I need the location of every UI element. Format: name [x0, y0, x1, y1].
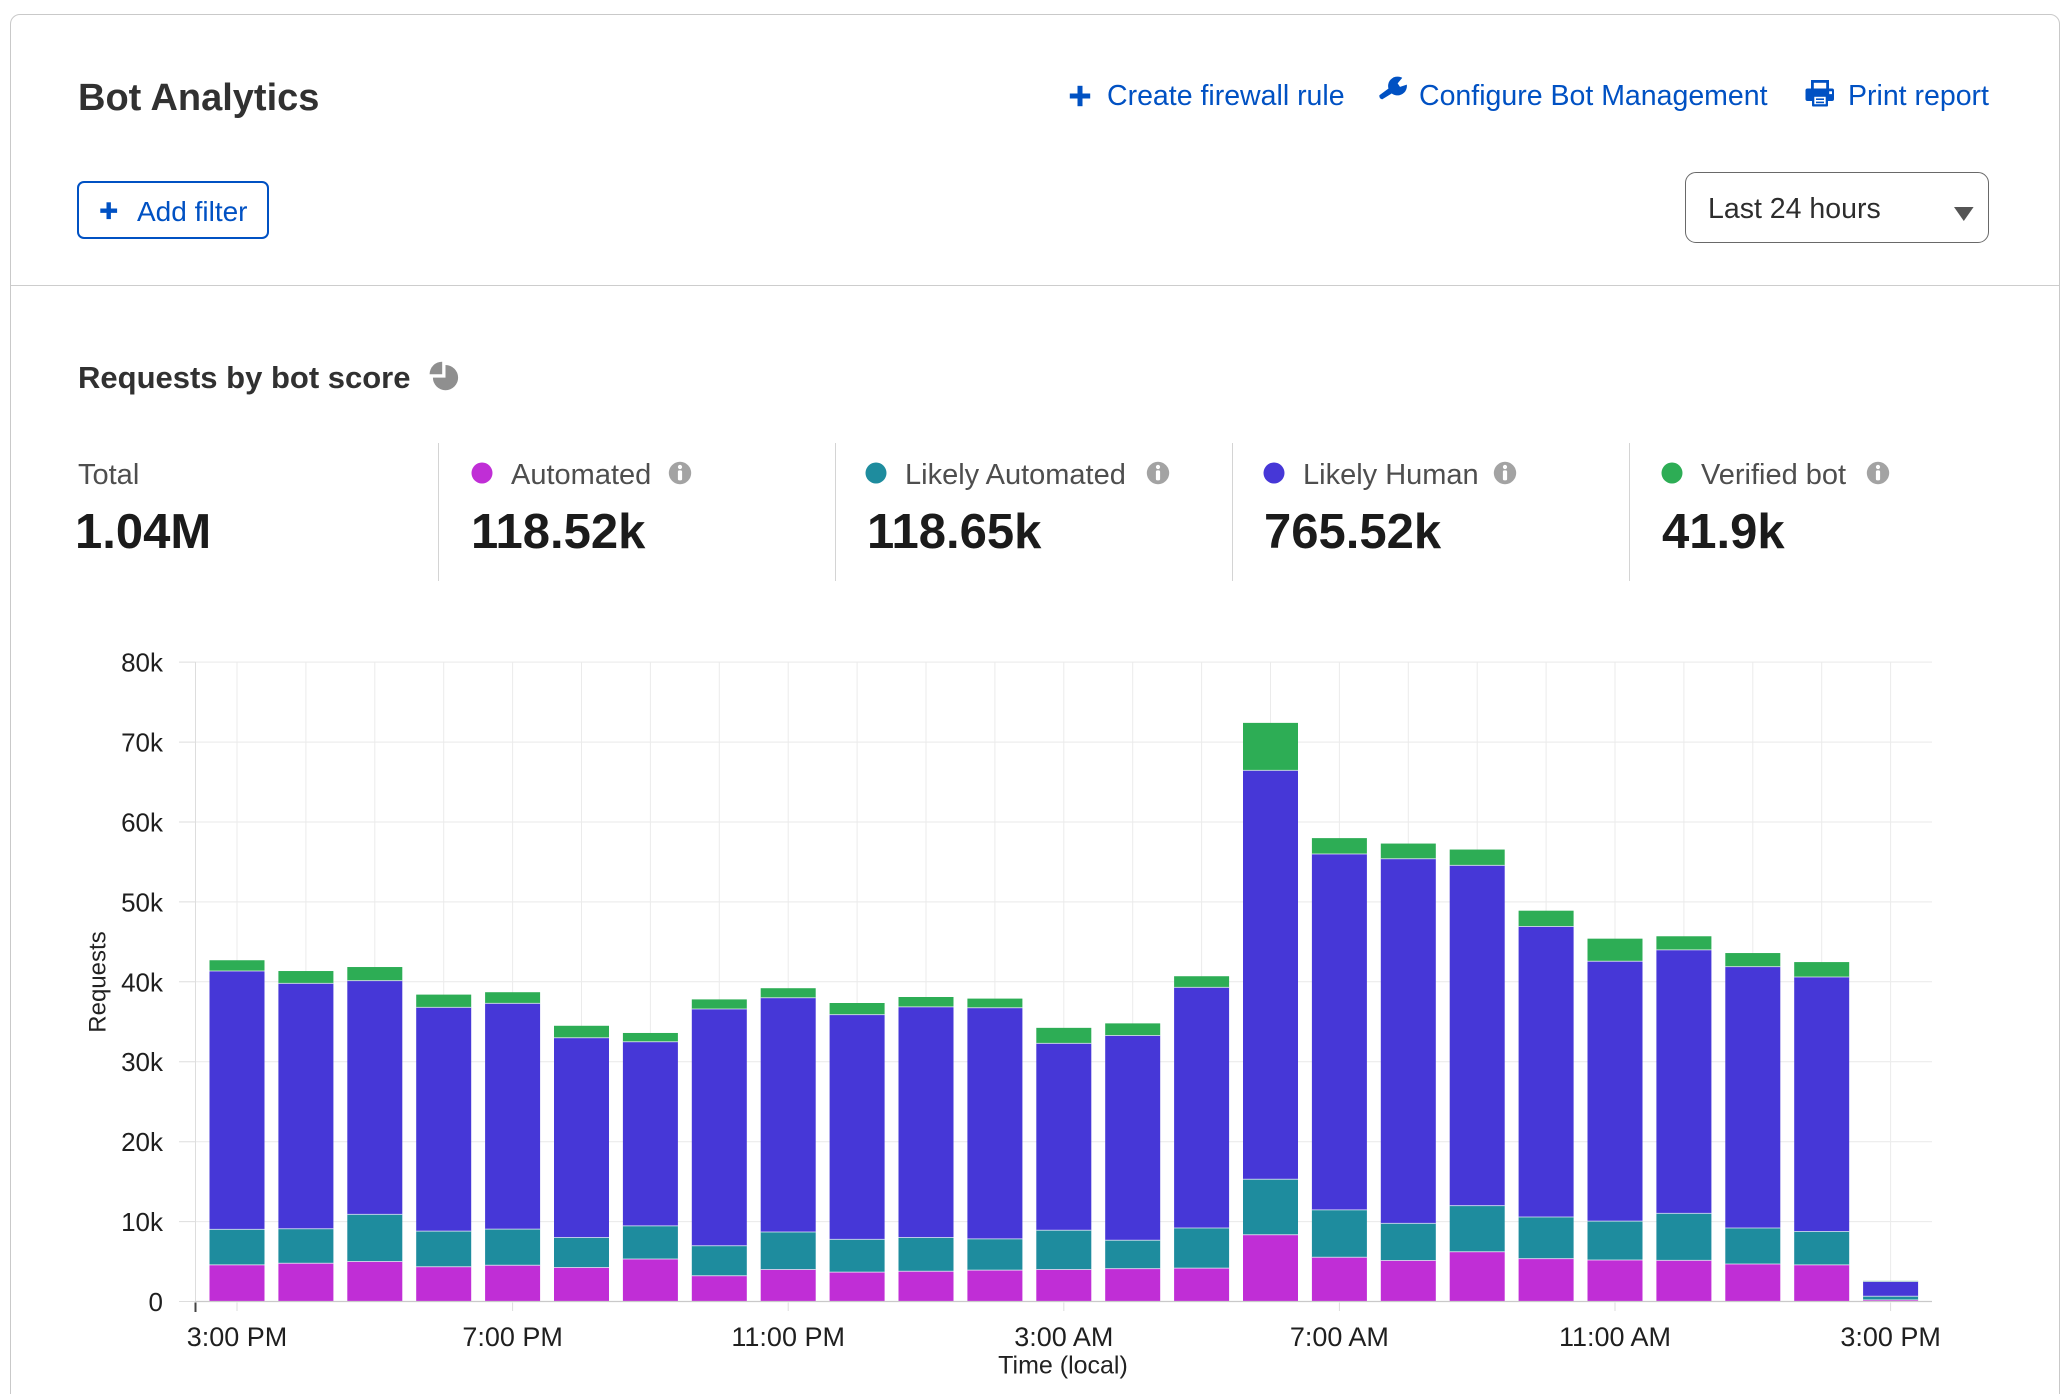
svg-text:80k: 80k	[121, 648, 164, 678]
svg-text:30k: 30k	[121, 1047, 164, 1077]
svg-text:50k: 50k	[121, 887, 164, 917]
svg-text:60k: 60k	[121, 808, 164, 838]
svg-text:7:00 PM: 7:00 PM	[462, 1322, 563, 1352]
svg-text:Time (local): Time (local)	[998, 1352, 1128, 1380]
svg-text:Requests: Requests	[85, 931, 112, 1032]
svg-text:3:00 PM: 3:00 PM	[187, 1322, 288, 1352]
svg-text:10k: 10k	[121, 1207, 164, 1237]
svg-text:3:00 AM: 3:00 AM	[1014, 1322, 1113, 1352]
svg-text:11:00 AM: 11:00 AM	[1559, 1322, 1671, 1352]
svg-text:40k: 40k	[121, 967, 164, 997]
svg-text:0: 0	[149, 1287, 163, 1317]
svg-text:20k: 20k	[121, 1127, 164, 1157]
svg-text:7:00 AM: 7:00 AM	[1290, 1322, 1389, 1352]
svg-text:11:00 PM: 11:00 PM	[731, 1322, 845, 1352]
svg-text:3:00 PM: 3:00 PM	[1840, 1322, 1941, 1352]
svg-text:70k: 70k	[121, 728, 164, 758]
